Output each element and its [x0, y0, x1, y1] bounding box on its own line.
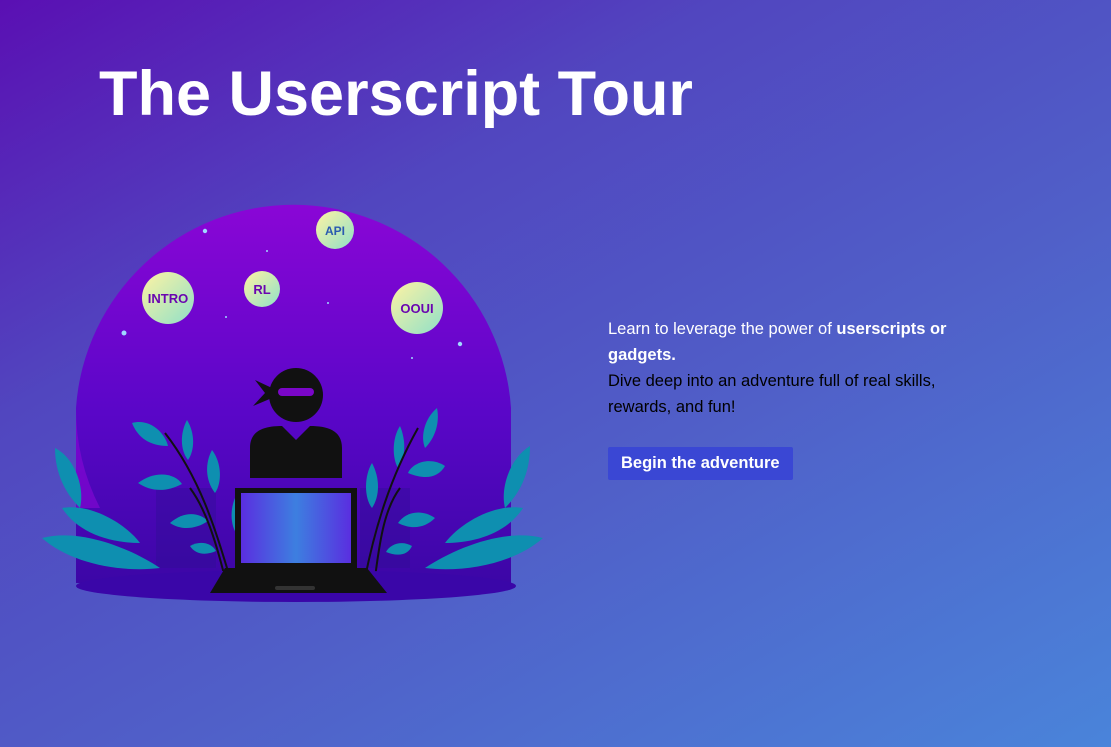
- hero-illustration: INTRO RL API OOUI: [42, 204, 543, 602]
- svg-text:OOUI: OOUI: [400, 301, 433, 316]
- rl-badge: RL: [244, 271, 280, 307]
- intro-line-2: Dive deep into an adventure full of real…: [608, 372, 936, 416]
- intro-line-1: Learn to leverage the power of userscrip…: [608, 316, 978, 368]
- begin-adventure-button[interactable]: Begin the adventure: [608, 447, 793, 480]
- ooui-badge: OOUI: [391, 282, 443, 334]
- intro-badge: INTRO: [142, 272, 194, 324]
- intro-text: Learn to leverage the power of userscrip…: [608, 316, 978, 420]
- page-title: The Userscript Tour: [99, 59, 693, 129]
- intro-line-1-prefix: Learn to leverage the power of: [608, 320, 837, 338]
- svg-text:API: API: [325, 224, 345, 238]
- api-badge: API: [316, 211, 354, 249]
- svg-text:RL: RL: [253, 282, 270, 297]
- svg-text:INTRO: INTRO: [148, 291, 188, 306]
